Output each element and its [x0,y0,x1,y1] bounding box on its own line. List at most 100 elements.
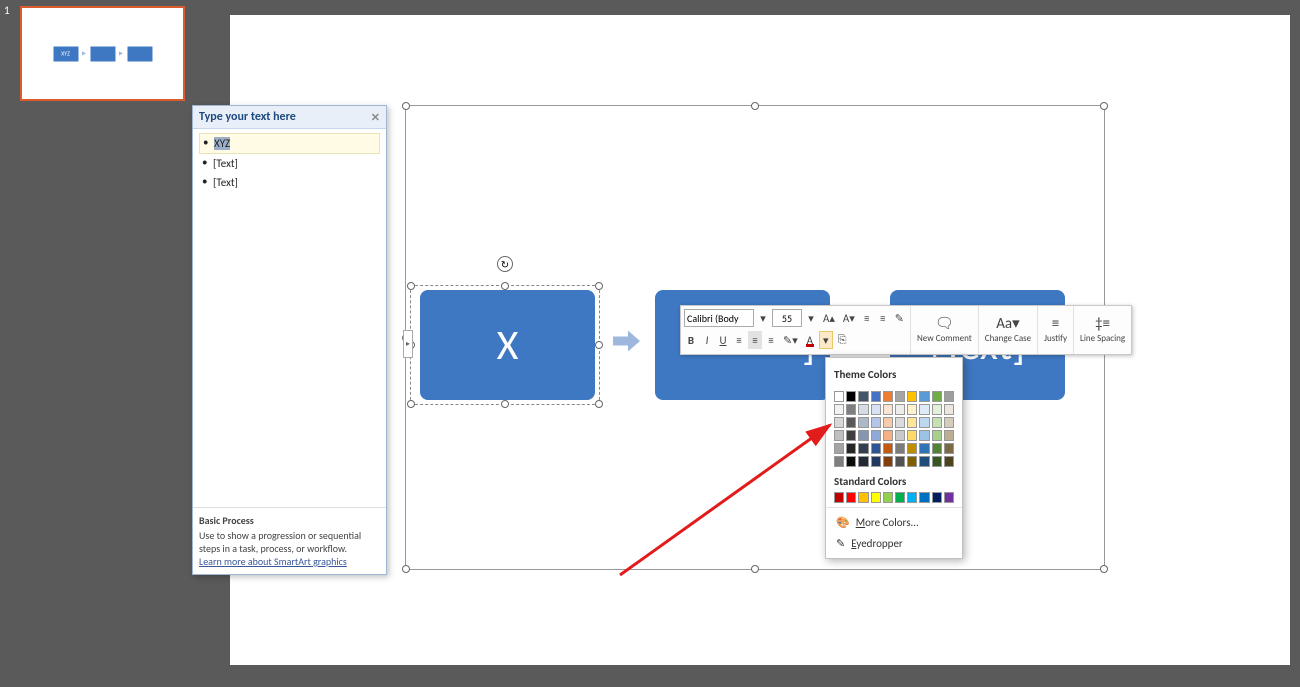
close-icon[interactable]: ✕ [371,111,380,124]
color-swatch[interactable] [883,404,893,415]
resize-handle[interactable] [751,102,759,110]
text-item[interactable]: [Text] [199,154,380,173]
decrease-font-icon[interactable]: A▾ [840,309,858,327]
color-swatch[interactable] [834,430,844,441]
eyedropper-item[interactable]: ✎ Eyedropper [834,533,954,554]
font-dropdown-icon[interactable]: ▾ [756,309,770,327]
text-item[interactable]: XYZ [199,133,380,154]
color-swatch[interactable] [846,404,856,415]
insert-link-icon[interactable]: ⎘ [835,331,850,349]
color-swatch[interactable] [834,391,844,402]
color-swatch[interactable] [895,391,905,402]
color-swatch[interactable] [834,443,844,454]
color-swatch[interactable] [932,430,942,441]
text-item[interactable]: [Text] [199,173,380,192]
color-swatch[interactable] [858,391,868,402]
color-swatch[interactable] [846,391,856,402]
font-color-button[interactable]: A [803,331,817,349]
clear-format-icon[interactable]: ✎ [892,309,907,327]
slide-thumbnail[interactable]: XYZ ▸ ▸ [20,6,185,101]
color-swatch[interactable] [919,430,929,441]
color-swatch[interactable] [944,430,954,441]
resize-handle[interactable] [501,400,509,408]
color-swatch[interactable] [895,443,905,454]
resize-handle[interactable] [407,282,415,290]
color-swatch[interactable] [919,404,929,415]
color-swatch[interactable] [846,417,856,428]
color-swatch[interactable] [907,443,917,454]
highlight-icon[interactable]: ✎▾ [780,331,801,349]
color-swatch[interactable] [907,391,917,402]
resize-handle[interactable] [595,400,603,408]
color-swatch[interactable] [883,391,893,402]
color-swatch[interactable] [883,456,893,467]
color-swatch[interactable] [932,492,942,503]
color-swatch[interactable] [846,456,856,467]
decrease-indent-icon[interactable]: ≡ [860,309,874,327]
increase-indent-icon[interactable]: ≡ [876,309,890,327]
color-swatch[interactable] [932,417,942,428]
color-swatch[interactable] [919,456,929,467]
color-swatch[interactable] [871,430,881,441]
color-swatch[interactable] [858,430,868,441]
color-swatch[interactable] [834,417,844,428]
size-dropdown-icon[interactable]: ▾ [804,309,818,327]
color-swatch[interactable] [883,417,893,428]
color-swatch[interactable] [895,430,905,441]
italic-button[interactable]: I [700,331,714,349]
color-swatch[interactable] [944,443,954,454]
color-swatch[interactable] [919,417,929,428]
justify-button[interactable]: ≡ Justify [1038,306,1074,354]
color-swatch[interactable] [858,492,868,503]
resize-handle[interactable] [595,341,603,349]
color-swatch[interactable] [883,430,893,441]
color-swatch[interactable] [871,443,881,454]
text-pane-body[interactable]: XYZ [Text] [Text] [193,129,386,196]
color-swatch[interactable] [871,492,881,503]
color-swatch[interactable] [907,417,917,428]
text-pane-expand-tab[interactable]: ▸ [403,330,413,358]
resize-handle[interactable] [501,282,509,290]
color-swatch[interactable] [919,391,929,402]
font-select[interactable] [684,309,754,327]
color-swatch[interactable] [883,492,893,503]
color-swatch[interactable] [858,417,868,428]
line-spacing-button[interactable]: ‡≡ Line Spacing [1074,306,1131,354]
color-swatch[interactable] [858,443,868,454]
color-swatch[interactable] [834,404,844,415]
color-swatch[interactable] [895,404,905,415]
font-color-dropdown-icon[interactable]: ▾ [819,331,833,349]
color-swatch[interactable] [871,417,881,428]
align-right-icon[interactable]: ≡ [764,331,778,349]
color-swatch[interactable] [944,417,954,428]
color-swatch[interactable] [919,492,929,503]
resize-handle[interactable] [402,565,410,573]
color-swatch[interactable] [895,456,905,467]
color-swatch[interactable] [932,391,942,402]
color-swatch[interactable] [871,456,881,467]
color-swatch[interactable] [907,456,917,467]
color-swatch[interactable] [895,492,905,503]
color-swatch[interactable] [932,404,942,415]
learn-more-link[interactable]: Learn more about SmartArt graphics [199,555,380,568]
rotate-handle-icon[interactable]: ↻ [497,256,513,272]
align-center-icon[interactable]: ≡ [748,331,762,349]
resize-handle[interactable] [751,565,759,573]
color-swatch[interactable] [944,492,954,503]
color-swatch[interactable] [944,404,954,415]
color-swatch[interactable] [895,417,905,428]
bold-button[interactable]: B [684,331,698,349]
align-left-icon[interactable]: ≡ [732,331,746,349]
color-swatch[interactable] [944,391,954,402]
color-swatch[interactable] [858,404,868,415]
color-swatch[interactable] [834,492,844,503]
more-colors-item[interactable]: 🎨 More Colors... [834,512,954,533]
color-swatch[interactable] [919,443,929,454]
shape-selection[interactable]: ↻ [410,285,600,405]
color-swatch[interactable] [907,492,917,503]
color-swatch[interactable] [883,443,893,454]
resize-handle[interactable] [407,400,415,408]
change-case-button[interactable]: Aa▾ Change Case [979,306,1038,354]
color-swatch[interactable] [871,404,881,415]
color-swatch[interactable] [846,443,856,454]
